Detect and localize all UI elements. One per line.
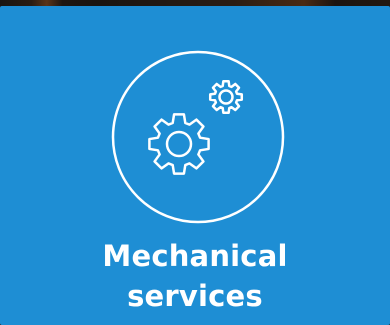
service-card-frame: Mechanical services xyxy=(0,0,390,325)
mechanical-services-card[interactable]: Mechanical services xyxy=(0,6,390,325)
card-title-line2: services xyxy=(127,279,263,313)
card-title-line1: Mechanical xyxy=(102,239,288,273)
card-title: Mechanical services xyxy=(0,236,390,316)
gears-icon xyxy=(111,50,285,224)
